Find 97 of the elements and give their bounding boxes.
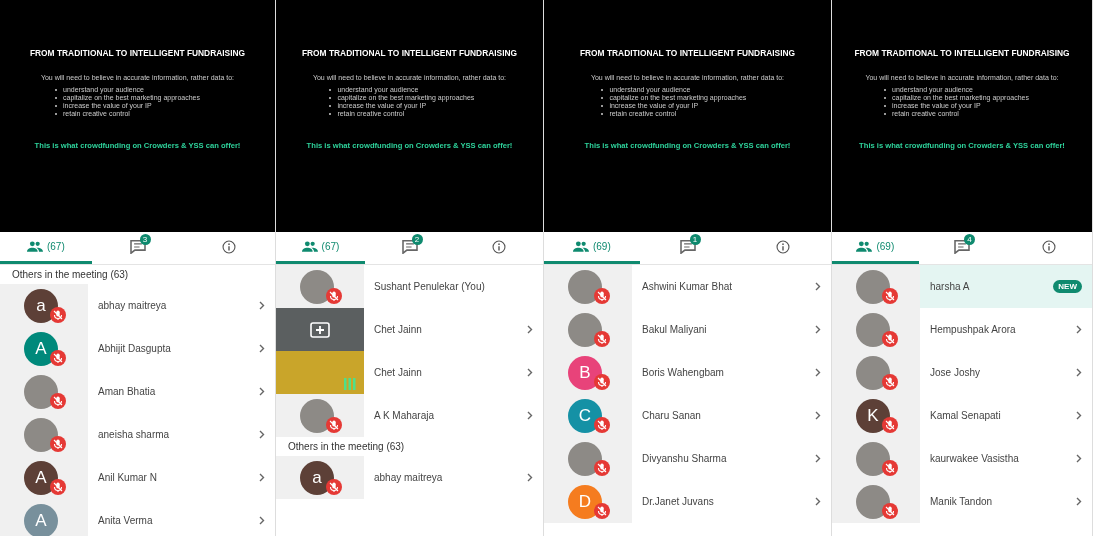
photo-placeholder bbox=[300, 269, 334, 304]
participant-name: Chet Jainn bbox=[374, 367, 423, 378]
participant-count: (67) bbox=[321, 241, 340, 252]
participant-name: abhay maitreya bbox=[98, 300, 168, 311]
photo-placeholder bbox=[856, 312, 890, 347]
participant-name: kaurwakee Vasistha bbox=[930, 453, 1020, 464]
avatar-initial: D bbox=[578, 491, 592, 512]
participant-name: abhay maitreya bbox=[374, 472, 444, 483]
avatar-initial: A bbox=[35, 338, 47, 359]
participant-name: Anil Kumar N bbox=[98, 472, 158, 483]
participant-row[interactable]: Bakul Maliyani bbox=[544, 308, 831, 351]
chat-tab[interactable]: 1 bbox=[639, 232, 736, 264]
participant-name: Chet Jainn bbox=[374, 324, 423, 335]
avatar-initial: C bbox=[578, 405, 592, 426]
participant-count: (67) bbox=[46, 241, 65, 252]
participant-name: Charu Sanan bbox=[642, 410, 702, 421]
chat-tab[interactable]: 2 bbox=[365, 232, 454, 264]
participant-name: Hempushpak Arora bbox=[930, 324, 1017, 335]
participant-row[interactable]: Aman Bhatia bbox=[0, 370, 275, 413]
info-icon bbox=[222, 239, 237, 254]
unread-badge: 4 bbox=[964, 233, 975, 245]
participant-row[interactable]: A Anita Verma bbox=[0, 499, 275, 536]
participant-row[interactable]: Hempushpak Arora bbox=[832, 308, 1092, 351]
people-icon bbox=[856, 241, 873, 252]
participant-row[interactable]: kaurwakee Vasistha bbox=[832, 437, 1092, 480]
avatar-initial: K bbox=[867, 405, 879, 426]
unread-badge: 2 bbox=[411, 233, 423, 245]
participant-row[interactable]: Chet Jainn bbox=[276, 308, 543, 351]
chat-icon bbox=[954, 239, 970, 254]
participant-row[interactable]: Jose Joshy bbox=[832, 351, 1092, 394]
participant-name: A K Maharaja bbox=[374, 410, 436, 421]
slide-title: FROM TRADITIONAL TO INTELLIGENT FUNDRAISING bbox=[854, 48, 1070, 58]
unread-badge: 3 bbox=[139, 233, 151, 245]
photo-placeholder bbox=[856, 484, 890, 519]
participant-row[interactable]: a abhay maitreya bbox=[0, 284, 275, 327]
participant-name: Ashwini Kumar Bhat bbox=[642, 281, 734, 292]
chat-icon bbox=[679, 239, 696, 254]
info-icon bbox=[776, 239, 791, 254]
participant-name: aneisha sharma bbox=[98, 429, 171, 440]
participant-row[interactable]: Divyanshu Sharma bbox=[544, 437, 831, 480]
audio-level-icon bbox=[344, 378, 356, 390]
participant-row[interactable]: B Boris Wahengbam bbox=[544, 351, 831, 394]
participant-row[interactable]: A Abhijit Dasgupta bbox=[0, 327, 275, 370]
participant-count: (69) bbox=[876, 241, 895, 252]
people-icon bbox=[26, 241, 43, 252]
participant-row[interactable]: Chet Jainn bbox=[276, 351, 543, 394]
participant-row[interactable]: Manik Tandon bbox=[832, 480, 1092, 523]
participant-row[interactable]: Ashwini Kumar Bhat bbox=[544, 265, 831, 308]
participant-row[interactable]: K Kamal Senapati bbox=[832, 394, 1092, 437]
avatar-initial: A bbox=[35, 467, 47, 488]
info-icon bbox=[1041, 239, 1056, 254]
photo-placeholder bbox=[568, 269, 602, 304]
participant-name: Jose Joshy bbox=[930, 367, 982, 378]
screen-share-icon bbox=[310, 321, 330, 338]
avatar-initial: a bbox=[36, 295, 46, 316]
chat-icon bbox=[129, 239, 146, 254]
participant-name: Kamal Senapati bbox=[930, 410, 1002, 421]
participant-name: harsha A bbox=[930, 281, 971, 292]
participant-name: Anita Verma bbox=[98, 515, 154, 526]
photo-placeholder bbox=[856, 355, 890, 390]
participant-name: Manik Tandon bbox=[930, 496, 994, 507]
participant-name: Abhijit Dasgupta bbox=[98, 343, 172, 354]
unread-badge: 1 bbox=[689, 233, 701, 245]
participant-name: Dr.Janet Juvans bbox=[642, 496, 715, 507]
participant-row[interactable]: a abhay maitreya bbox=[276, 456, 543, 499]
photo-placeholder bbox=[300, 398, 334, 433]
photo-placeholder bbox=[24, 417, 58, 452]
photo-placeholder bbox=[568, 312, 602, 347]
photo-placeholder bbox=[856, 269, 890, 304]
participant-name: Divyanshu Sharma bbox=[642, 453, 728, 464]
participant-row[interactable]: D Dr.Janet Juvans bbox=[544, 480, 831, 523]
participant-row[interactable]: A Anil Kumar N bbox=[0, 456, 275, 499]
avatar-initial: A bbox=[35, 510, 47, 531]
photo-placeholder bbox=[24, 374, 58, 409]
avatar-initial: B bbox=[579, 362, 591, 383]
photo-placeholder bbox=[856, 441, 890, 476]
participant-count: (69) bbox=[592, 241, 611, 252]
participant-row[interactable]: A K Maharaja bbox=[276, 394, 543, 437]
people-icon bbox=[301, 241, 318, 252]
participant-name: Aman Bhatia bbox=[98, 386, 157, 397]
participant-name: Bakul Maliyani bbox=[642, 324, 708, 335]
slide-title: FROM TRADITIONAL TO INTELLIGENT FUNDRAISING bbox=[29, 48, 246, 58]
people-icon bbox=[572, 241, 589, 252]
info-icon bbox=[491, 239, 506, 254]
chat-tab[interactable]: 4 bbox=[918, 232, 1006, 264]
participant-row[interactable]: C Charu Sanan bbox=[544, 394, 831, 437]
photo-placeholder bbox=[568, 441, 602, 476]
avatar-initial: a bbox=[312, 467, 322, 488]
slide-title: FROM TRADITIONAL TO INTELLIGENT FUNDRAISING bbox=[301, 48, 518, 58]
participant-name: Boris Wahengbam bbox=[642, 367, 725, 378]
participant-row[interactable]: aneisha sharma bbox=[0, 413, 275, 456]
participant-row[interactable]: Sushant Penulekar (You) bbox=[276, 265, 543, 308]
chat-icon bbox=[401, 239, 418, 254]
slide-title: FROM TRADITIONAL TO INTELLIGENT FUNDRAISING bbox=[579, 48, 796, 58]
new-badge: NEW bbox=[1053, 280, 1082, 293]
chat-tab[interactable]: 3 bbox=[91, 232, 184, 264]
participant-name: Sushant Penulekar (You) bbox=[374, 281, 486, 292]
